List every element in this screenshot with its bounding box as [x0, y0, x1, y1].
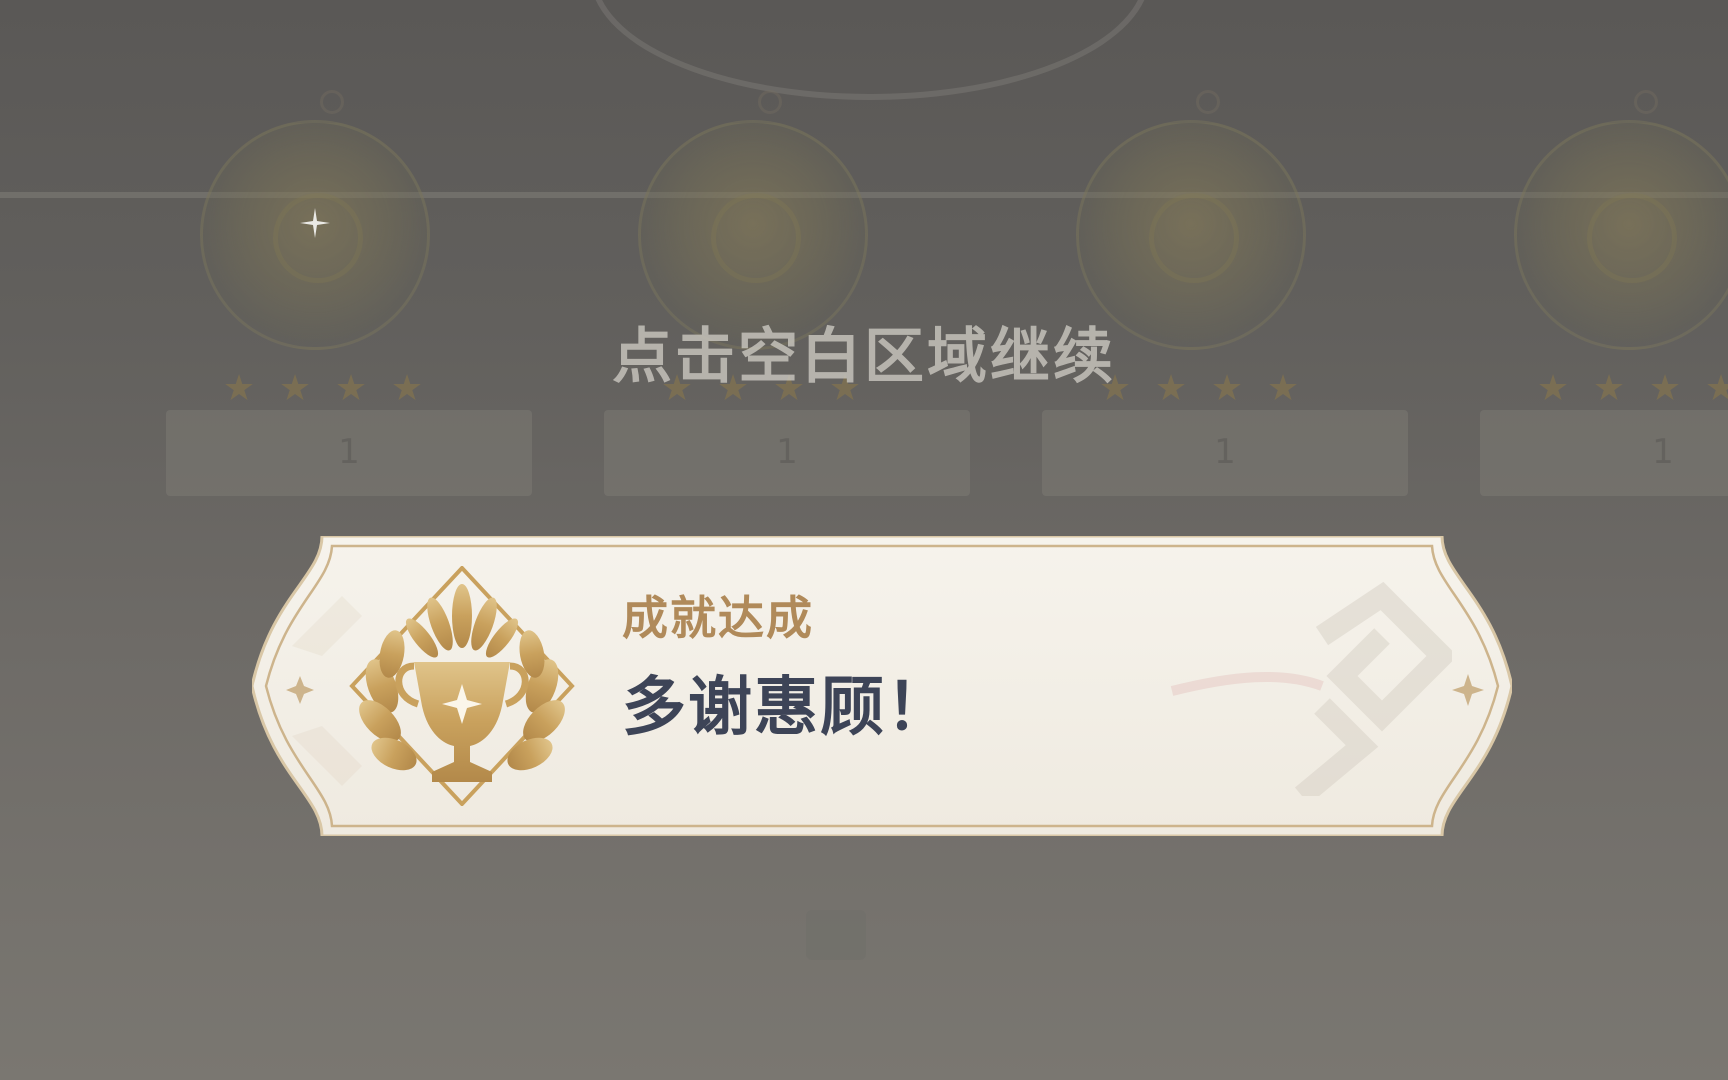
continue-prompt: 点击空白区域继续: [612, 322, 1116, 392]
reward-count: 1: [1214, 432, 1236, 472]
reward-card: ★ ★ ★ ★ 1: [578, 90, 970, 500]
count-box: 1: [1480, 410, 1728, 496]
background-disc: [590, 0, 1150, 100]
achievement-banner: 成就达成 多谢惠顾！: [252, 536, 1512, 836]
trophy-laurel-icon: [349, 566, 575, 806]
star-icon: ★: [1592, 368, 1626, 409]
achievement-title: 多谢惠顾！: [622, 671, 952, 745]
card-ornament: [758, 90, 782, 114]
star-icon: ★: [1266, 368, 1300, 409]
reward-card: ★ ★ ★ ★ 1: [1454, 90, 1728, 500]
star-icon: ★: [222, 368, 256, 409]
background-shape: [806, 910, 866, 960]
achievement-label: 成就达成: [622, 591, 814, 645]
star-icon: ★: [1536, 368, 1570, 409]
game-screen[interactable]: ★ ★ ★ ★ 1 ★ ★ ★ ★ 1 ★ ★ ★ ★ 1 ★ ★ ★ ★ 1 …: [0, 0, 1728, 1080]
reward-count: 1: [1652, 432, 1674, 472]
count-box: 1: [604, 410, 970, 496]
reward-count: 1: [776, 432, 798, 472]
rarity-stars: ★ ★ ★ ★: [220, 370, 426, 408]
reward-count: 1: [338, 432, 360, 472]
star-icon: ★: [334, 368, 368, 409]
watermark-knot-icon: [1170, 581, 1452, 796]
star-icon: ★: [390, 368, 424, 409]
card-ornament: [1196, 90, 1220, 114]
star-icon: ★: [1210, 368, 1244, 409]
count-box: 1: [166, 410, 532, 496]
sparkle-icon: [300, 208, 330, 238]
reward-card: ★ ★ ★ ★ 1: [140, 90, 532, 500]
count-box: 1: [1042, 410, 1408, 496]
rarity-stars: ★ ★ ★ ★: [1534, 370, 1728, 408]
card-ornament: [320, 90, 344, 114]
reward-card: ★ ★ ★ ★ 1: [1016, 90, 1408, 500]
star-icon: ★: [278, 368, 312, 409]
star-icon: ★: [1704, 368, 1728, 409]
star-icon: ★: [1648, 368, 1682, 409]
card-ornament: [1634, 90, 1658, 114]
reward-orb-icon: [1514, 120, 1728, 350]
